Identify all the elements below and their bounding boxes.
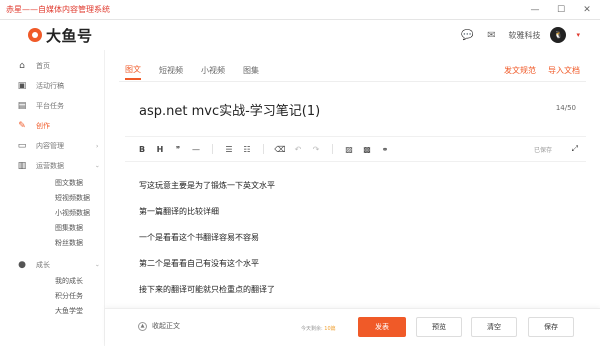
redo-icon[interactable]: ↷ [307, 140, 325, 158]
fullscreen-icon[interactable]: ⤢ [572, 144, 578, 154]
tab-small-video[interactable]: 小视频 [201, 60, 225, 80]
remaining-posts-count: 10篇 [324, 326, 336, 332]
sidebar-item-label: 平台任务 [36, 102, 64, 110]
pen-icon: ✎ [18, 121, 26, 131]
logo[interactable]: 大鱼号 [0, 25, 110, 46]
divider [119, 81, 586, 82]
sidebar-item-label: 创作 [36, 122, 50, 130]
sidebar-subitem-shortvideo-data[interactable]: 短视频数据 [55, 192, 90, 204]
chevron-down-icon: › [93, 164, 101, 168]
collapse-icon: ▲ [138, 321, 147, 331]
app-header: 大鱼号 💬 ✉ 软雅科技 🐧 ▾ [0, 20, 600, 50]
chevron-down-icon[interactable]: ▾ [576, 31, 580, 39]
bar-chart-icon: ▥ [17, 161, 27, 171]
preview-button[interactable]: 预览 [416, 317, 462, 337]
sidebar-item-label: 内容管理 [36, 142, 64, 150]
toolbar-separator [332, 144, 333, 154]
paragraph: 写这玩意主要是为了锻炼一下英文水平 [139, 181, 275, 190]
publish-button[interactable]: 发表 [358, 317, 406, 337]
collapse-body-toggle[interactable]: ▲ 收起正文 [138, 321, 180, 331]
close-button[interactable]: ✕ [574, 0, 600, 20]
title-char-counter: 14/50 [555, 104, 576, 112]
logo-text: 大鱼号 [46, 26, 93, 45]
sidebar-subitem-academy[interactable]: 大鱼学堂 [55, 305, 83, 317]
heading-button[interactable]: H [151, 140, 169, 158]
remaining-posts-label: 今天剩余: [301, 326, 323, 332]
toolbar-separator [263, 144, 264, 154]
editor-toolbar: B H ❞ — ☰ ☷ ⌫ ↶ ↷ ▨ ▩ ⚭ 已保存 ⤢ [125, 136, 586, 162]
content-icon: ▭ [17, 141, 27, 151]
mail-icon[interactable]: ✉ [484, 28, 498, 42]
paragraph: 接下来的翻译可能就只检重点的翻译了 [139, 285, 275, 294]
sidebar-item-label: 成长 [36, 261, 50, 269]
undo-icon[interactable]: ↶ [289, 140, 307, 158]
tab-article[interactable]: 图文 [125, 60, 141, 80]
maximize-button[interactable]: ☐ [548, 0, 574, 20]
chevron-down-icon: › [93, 263, 101, 267]
quote-button[interactable]: ❞ [169, 140, 187, 158]
logo-icon [28, 28, 42, 42]
window-title: 赤星——自媒体内容管理系统 [6, 5, 110, 14]
user-icon: ● [18, 260, 26, 270]
clear-button[interactable]: 清空 [471, 317, 517, 337]
chevron-right-icon: › [96, 142, 99, 150]
sidebar-item-data[interactable]: ▥ 运营数据 › [18, 159, 101, 173]
eraser-icon[interactable]: ⌫ [271, 140, 289, 158]
sidebar-item-tasks[interactable]: ▤ 平台任务 [18, 99, 64, 113]
paragraph: 第一篇翻译的比较详细 [139, 207, 219, 216]
tab-short-video[interactable]: 短视频 [159, 60, 183, 80]
save-button[interactable]: 保存 [528, 317, 574, 337]
home-icon: ⌂ [19, 61, 25, 71]
sidebar-item-content[interactable]: ▭ 内容管理 › [18, 139, 99, 153]
window-titlebar: 赤星——自媒体内容管理系统 — ☐ ✕ [0, 0, 600, 20]
sidebar-item-home[interactable]: ⌂ 首页 [19, 59, 50, 73]
horizontal-rule-button[interactable]: — [187, 140, 205, 158]
image-icon[interactable]: ▨ [340, 140, 358, 158]
sidebar-item-activity[interactable]: ▣ 活动行稿 [18, 79, 64, 93]
collapse-label: 收起正文 [152, 322, 180, 330]
remaining-posts: 今天剩余: 10篇 [301, 325, 336, 332]
sidebar-item-create[interactable]: ✎ 创作 [18, 119, 50, 133]
sidebar-subitem-points-tasks[interactable]: 积分任务 [55, 290, 83, 302]
sidebar-subitem-article-data[interactable]: 图文数据 [55, 177, 83, 189]
main-editor-area: 图文 短视频 小视频 图集 发文规范 导入文档 asp.net mvc实战-学习… [105, 50, 600, 346]
avatar[interactable]: 🐧 [550, 27, 567, 43]
activity-icon: ▣ [17, 81, 27, 91]
paragraph: 一个是看看这个书翻译容易不容易 [139, 233, 259, 242]
posting-rules-link[interactable]: 发文规范 [504, 60, 536, 80]
minimize-button[interactable]: — [522, 0, 548, 20]
bottom-action-bar: ▲ 收起正文 今天剩余: 10篇 发表 预览 清空 保存 [105, 308, 600, 346]
tab-gallery[interactable]: 图集 [243, 60, 259, 80]
sidebar-item-growth[interactable]: ● 成长 › [18, 258, 101, 272]
video-icon[interactable]: ▩ [358, 140, 376, 158]
unordered-list-button[interactable]: ☷ [238, 140, 256, 158]
sidebar-subitem-gallery-data[interactable]: 图集数据 [55, 222, 83, 234]
sidebar-subitem-my-growth[interactable]: 我的成长 [55, 275, 83, 287]
sidebar-item-label: 运营数据 [36, 162, 64, 170]
chat-icon[interactable]: 💬 [460, 28, 474, 42]
ordered-list-button[interactable]: ☰ [220, 140, 238, 158]
bold-button[interactable]: B [133, 140, 151, 158]
saved-status: 已保存 [533, 146, 552, 154]
sidebar-subitem-fans-data[interactable]: 粉丝数据 [55, 237, 83, 249]
link-icon[interactable]: ⚭ [376, 140, 394, 158]
username[interactable]: 软雅科技 [508, 30, 540, 41]
article-title-input[interactable]: asp.net mvc实战-学习笔记(1) [139, 100, 320, 119]
sidebar-subitem-smallvideo-data[interactable]: 小视频数据 [55, 207, 90, 219]
paragraph: 第二个是看看自己有没有这个水平 [139, 259, 259, 268]
toolbar-separator [212, 144, 213, 154]
sidebar-item-label: 活动行稿 [36, 82, 64, 90]
tasks-icon: ▤ [17, 101, 27, 111]
import-doc-link[interactable]: 导入文档 [548, 60, 580, 80]
content-type-tabs: 图文 短视频 小视频 图集 [125, 60, 259, 80]
sidebar: ⌂ 首页 ▣ 活动行稿 ▤ 平台任务 ✎ 创作 ▭ 内容管理 › ▥ 运营数据 … [0, 50, 105, 346]
sidebar-item-label: 首页 [36, 62, 50, 70]
